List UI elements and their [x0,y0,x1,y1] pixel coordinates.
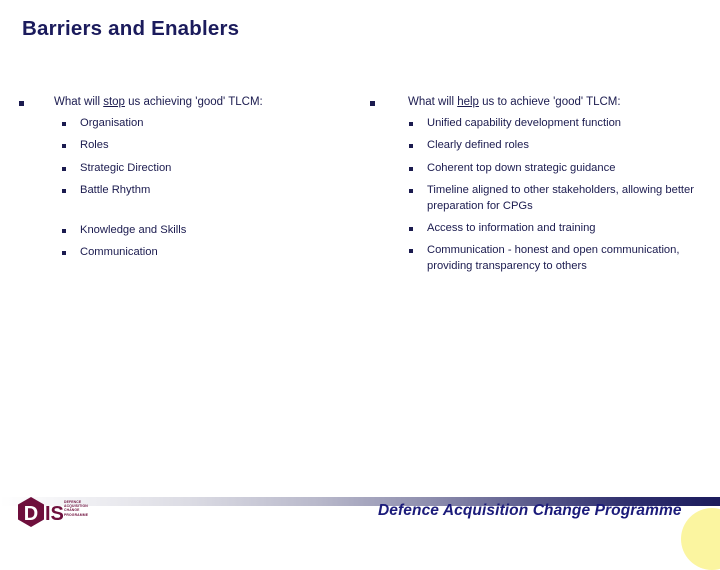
right-bullet-list: Unified capability development function … [409,116,713,274]
left-column-heading-row: What will stop us achieving 'good' TLCM: [12,95,362,110]
bullet-square-icon [62,228,66,233]
left-bullet-list: Organisation Roles Strategic Direction B… [62,116,362,260]
left-heading-emphasis: stop [103,96,125,108]
left-column-heading: What will stop us achieving 'good' TLCM: [54,95,263,110]
list-item-label: Coherent top down strategic guidance [427,161,616,174]
logo-wordmark: Defence Acquisition Change Programme [64,500,94,517]
list-item-label: Unified capability development function [427,117,622,129]
slide: Barriers and Enablers What will stop us … [0,0,720,570]
footer-programme-title: Defence Acquisition Change Programme [378,502,682,519]
right-heading-suffix: us to achieve 'good' TLCM: [478,96,621,108]
bullet-square-icon [409,144,413,149]
list-item-label: Roles [80,139,109,152]
list-item: Roles [62,138,362,153]
list-spacer [62,206,362,223]
list-item: Battle Rhythm [62,183,362,198]
yellow-accent-shape [681,508,720,570]
list-item-label: Strategic Direction [80,161,172,174]
bullet-square-icon [19,101,24,106]
right-heading-prefix: What will [408,96,458,108]
bullet-square-icon [62,122,66,126]
page-title: Barriers and Enablers [22,17,240,40]
bullet-square-icon [409,166,413,171]
list-item: Unified capability development function [409,116,713,131]
right-column-heading: What will help us to achieve 'good' TLCM… [408,95,621,110]
list-item-label: Organisation [80,117,144,129]
list-item: Strategic Direction [62,161,362,176]
logo-letters-is: IS [45,503,64,525]
right-column-heading-row: What will help us to achieve 'good' TLCM… [363,95,713,110]
list-item-label: Communication [80,246,158,259]
bullet-square-icon [62,189,66,194]
list-item: Communication - honest and open communic… [409,243,713,274]
bullet-square-icon [409,122,413,126]
bullet-square-icon [409,227,413,232]
bullet-square-icon [62,251,66,256]
list-item: Timeline aligned to other stakeholders, … [409,183,713,214]
left-heading-prefix: What will [54,96,104,108]
right-heading-emphasis: help [457,96,479,108]
list-item: Knowledge and Skills [62,223,362,238]
list-item-label: Timeline aligned to other stakeholders, … [427,184,694,212]
list-item: Organisation [62,116,362,131]
list-item: Communication [62,245,362,260]
logo-letter-d: D [24,503,38,525]
list-item: Access to information and training [409,221,713,236]
bullet-square-icon [409,189,413,194]
list-item: Coherent top down strategic guidance [409,161,713,176]
list-item-label: Knowledge and Skills [80,223,187,236]
list-item-label: Battle Rhythm [80,184,151,197]
bullet-square-icon [370,101,375,106]
logo-wordmark-line: Programme [64,512,89,517]
bullet-square-icon [62,144,66,149]
dis-logo: D IS Defence Acquisition Change Programm… [16,496,96,530]
left-heading-suffix: us achieving 'good' TLCM: [124,96,263,108]
list-item-label: Clearly defined roles [427,139,529,152]
list-item-label: Access to information and training [427,222,596,235]
list-item: Clearly defined roles [409,138,713,153]
bullet-square-icon [62,166,66,171]
left-content-column: What will stop us achieving 'good' TLCM:… [12,95,362,267]
right-content-column: What will help us to achieve 'good' TLCM… [363,95,713,281]
list-item-label: Communication - honest and open communic… [427,244,680,272]
bullet-square-icon [409,249,413,254]
